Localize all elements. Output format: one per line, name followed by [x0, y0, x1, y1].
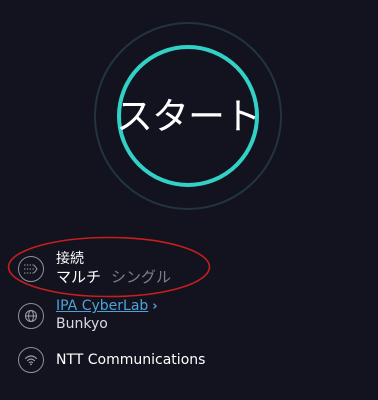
provider-text: NTT Communications	[56, 352, 205, 368]
single-option[interactable]: シングル	[111, 268, 171, 286]
server-link[interactable]: IPA CyberLab ›	[56, 298, 158, 315]
connection-mode-row: 接続 マルチ シングル	[18, 251, 171, 286]
globe-icon	[18, 302, 44, 329]
server-row: IPA CyberLab › Bunkyo	[18, 298, 158, 333]
connection-mode-toggle: マルチ シングル	[56, 268, 171, 286]
server-text: IPA CyberLab › Bunkyo	[56, 298, 158, 333]
wifi-icon	[18, 347, 44, 373]
speedtest-screen: スタート 接続 マルチ シングル IPA CyberLab › Bunkyo N…	[0, 0, 378, 400]
start-button-label: スタート	[116, 95, 261, 138]
provider-name: NTT Communications	[56, 352, 206, 368]
connection-label: 接続	[56, 251, 84, 267]
connection-mode-text: 接続 マルチ シングル	[56, 251, 171, 286]
server-name[interactable]: IPA CyberLab	[56, 298, 148, 315]
connections-icon	[18, 255, 44, 282]
chevron-right-icon: ›	[152, 299, 158, 314]
server-location: Bunkyo	[56, 316, 108, 332]
provider-row: NTT Communications	[18, 347, 205, 373]
multi-option[interactable]: マルチ	[56, 268, 101, 286]
start-button[interactable]: スタート	[116, 45, 261, 187]
